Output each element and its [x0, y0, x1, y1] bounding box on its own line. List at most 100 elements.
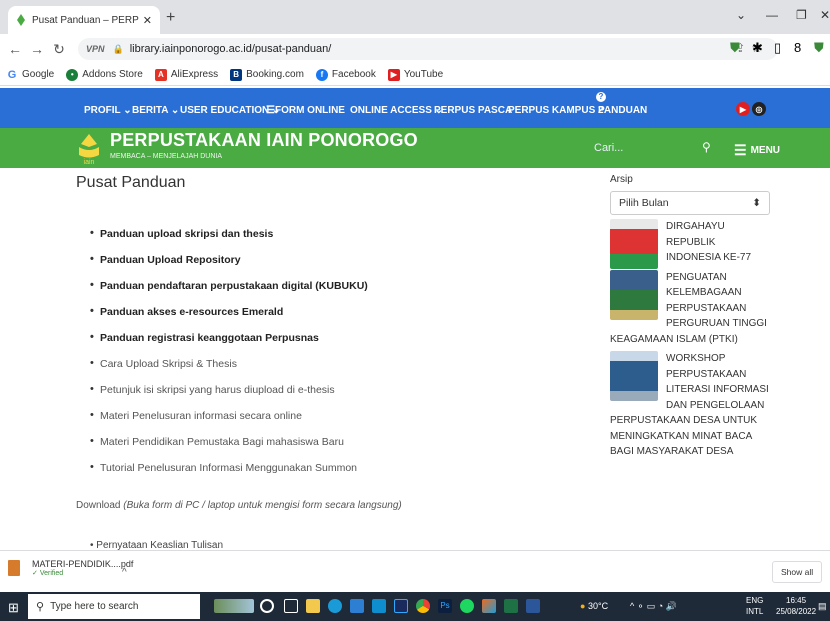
task-view-icon[interactable]	[284, 599, 298, 613]
main-content: Pusat Panduan Panduan upload skripsi dan…	[0, 168, 830, 550]
addons-store-icon: •	[66, 68, 79, 81]
guide-link[interactable]: Materi Pendidikan Pemustaka Bagi mahasis…	[90, 435, 368, 448]
guide-link[interactable]: Petunjuk isi skripsi yang harus diupload…	[90, 383, 368, 396]
sidebar-post[interactable]: PENGUATAN KELEMBAGAAN PERPUSTAKAAN PERGU…	[610, 269, 770, 348]
vpn-icon[interactable]: VPN	[86, 44, 105, 54]
sidebar-post[interactable]: WORKSHOP PERPUSTAKAAN LITERASI INFORMASI…	[610, 351, 770, 460]
profile-icon[interactable]: 8	[794, 40, 801, 55]
windows-start-icon[interactable]: ⊞	[8, 600, 19, 616]
mail-icon[interactable]	[372, 599, 386, 613]
language-indicator[interactable]: ENG INTL	[746, 595, 763, 617]
facebook-icon: f	[315, 68, 328, 81]
edge-icon[interactable]	[328, 599, 342, 613]
guide-link[interactable]: Tutorial Penelusuran Informasi Menggunak…	[90, 461, 368, 474]
url-field[interactable]: VPN 🔒 library.iainponorogo.ac.id/pusat-p…	[78, 38, 778, 60]
news-widget-icon[interactable]	[214, 599, 254, 613]
weather-indicator[interactable]: ● 30°C	[580, 601, 608, 611]
downloaded-file[interactable]: MATERI-PENDIDIK....pdf ✓ Verified	[8, 559, 133, 577]
form-icon: ☰	[266, 105, 275, 116]
download-options-icon[interactable]: ^	[122, 567, 127, 578]
nav-berita[interactable]: BERITA ⌄	[132, 105, 179, 116]
youtube-icon: ▶	[387, 68, 400, 81]
site-brand[interactable]: PERPUSTAKAAN IAIN PONOROGO	[110, 130, 418, 151]
post-thumbnail-workshop[interactable]	[610, 351, 658, 401]
bookmarks-bar: G Google • Addons Store A AliExpress B B…	[0, 64, 830, 86]
taskbar-search[interactable]: ⚲ Type here to search	[28, 594, 200, 619]
post-thumbnail-independence[interactable]	[610, 219, 658, 269]
guide-link[interactable]: Panduan Upload Repository	[90, 253, 368, 266]
show-all-button[interactable]: Show all	[772, 561, 823, 583]
guide-link[interactable]: Panduan registrasi keanggotaan Perpusnas	[90, 331, 368, 344]
tab-search-icon[interactable]: ⌄	[736, 8, 746, 22]
svg-text:iain: iain	[84, 159, 95, 165]
site-header: iain PERPUSTAKAAN IAIN PONOROGO MEMBACA …	[0, 128, 830, 168]
sidebar-icon[interactable]: ▯	[774, 40, 781, 56]
guide-link[interactable]: Cara Upload Skripsi & Thesis	[90, 357, 368, 370]
guide-link[interactable]: Panduan akses e-resources Emerald	[90, 305, 368, 318]
bookmark-google[interactable]: G Google	[6, 69, 55, 81]
word-icon[interactable]	[526, 599, 540, 613]
panduan-badge: ?	[596, 92, 606, 102]
download-heading: Download (Buka form di PC / laptop untuk…	[76, 500, 402, 511]
puzzle-extension-icon[interactable]: ✱	[752, 40, 763, 56]
photoshop-alt-icon[interactable]: Ps	[438, 599, 452, 613]
system-tray-icons[interactable]: ^ ⚬ ▭ ◔ 🔊	[630, 601, 677, 612]
taskbar-clock[interactable]: 16:45 25/08/2022	[776, 595, 816, 617]
menu-button[interactable]: ☰ MENU	[734, 142, 780, 159]
photoshop-icon[interactable]	[394, 599, 408, 613]
nav-perpus-pasca[interactable]: PERPUS PASCA	[434, 105, 512, 116]
restore-icon[interactable]: ❐	[796, 8, 807, 22]
url-text: library.iainponorogo.ac.id/pusat-panduan…	[129, 43, 332, 55]
bookmark-booking[interactable]: B Booking.com	[230, 68, 304, 81]
guide-link[interactable]: Panduan upload skripsi dan thesis	[90, 227, 368, 240]
month-select[interactable]: Pilih Bulan ⬍	[610, 191, 770, 215]
minimize-icon[interactable]: —	[766, 8, 778, 22]
close-window-icon[interactable]: ✕	[820, 8, 830, 22]
windows-taskbar: ⊞ ⚲ Type here to search Ps ● 30°C ^ ⚬ ▭ …	[0, 592, 830, 621]
reload-icon[interactable]: ↻	[48, 41, 70, 58]
lock-icon[interactable]: 🔒	[113, 44, 124, 55]
instagram-social-icon[interactable]: ◎	[752, 102, 766, 116]
store-icon[interactable]	[350, 599, 364, 613]
form-link-partial[interactable]: • Pernyataan Keaslian Tulisan	[90, 540, 223, 550]
nav-form-online[interactable]: ☰FORM ONLINE	[266, 105, 345, 116]
spotify-icon[interactable]	[460, 599, 474, 613]
notifications-icon[interactable]: ▤	[818, 601, 827, 612]
tab-close-icon[interactable]: ✕	[143, 14, 152, 27]
new-tab-icon[interactable]: +	[166, 9, 175, 27]
download-status: ✓ Verified	[32, 570, 64, 577]
iain-logo[interactable]: iain	[74, 133, 104, 165]
booking-icon: B	[230, 68, 243, 81]
excel-icon[interactable]	[504, 599, 518, 613]
library-favicon-icon	[17, 14, 25, 26]
tab-title: Pusat Panduan – PERPUSTAKAAN IAIN PONORO…	[32, 14, 139, 26]
guide-link[interactable]: Panduan pendaftaran perpustakaan digital…	[90, 279, 368, 292]
hamburger-icon: ☰	[734, 142, 747, 158]
guide-link[interactable]: Materi Penelusuran informasi secara onli…	[90, 409, 368, 422]
security-extension-icon[interactable]: ⛊	[814, 40, 824, 56]
search-icon[interactable]: ⚲	[702, 140, 711, 154]
nav-profil[interactable]: PROFIL ⌄	[84, 105, 132, 116]
aliexpress-icon: A	[154, 68, 167, 81]
shield-extension-icon[interactable]: ⛊	[730, 40, 740, 56]
forward-icon[interactable]: →	[26, 41, 48, 57]
bookmark-addons-store[interactable]: • Addons Store	[66, 68, 143, 81]
creative-app-icon[interactable]	[482, 599, 496, 613]
nav-panduan[interactable]: PANDUAN	[598, 105, 647, 116]
post-thumbnail-kelembagaan[interactable]	[610, 269, 658, 320]
file-explorer-icon[interactable]	[306, 599, 320, 613]
taskbar-search-icon: ⚲	[36, 601, 45, 613]
sidebar-post[interactable]: DIRGAHAYU REPUBLIK INDONESIA KE-77	[610, 219, 770, 269]
nav-online-access[interactable]: ONLINE ACCESS ⌄	[350, 105, 443, 116]
bookmark-youtube[interactable]: ▶ YouTube	[387, 68, 443, 81]
chrome-icon[interactable]	[416, 599, 430, 613]
cortana-icon[interactable]	[260, 599, 274, 613]
pdf-file-icon	[8, 560, 20, 576]
site-top-navigation: PROFIL ⌄ BERITA ⌄ USER EDUCATION ⌄ ☰FORM…	[0, 88, 830, 128]
browser-tab[interactable]: Pusat Panduan – PERPUSTAKAAN IAIN PONORO…	[8, 6, 160, 34]
bookmark-aliexpress[interactable]: A AliExpress	[154, 68, 218, 81]
youtube-social-icon[interactable]: ▶	[736, 102, 750, 116]
nav-perpus-kampus-2[interactable]: PERPUS KAMPUS 2	[508, 105, 604, 116]
bookmark-facebook[interactable]: f Facebook	[315, 68, 376, 81]
back-icon[interactable]: ←	[4, 41, 26, 57]
